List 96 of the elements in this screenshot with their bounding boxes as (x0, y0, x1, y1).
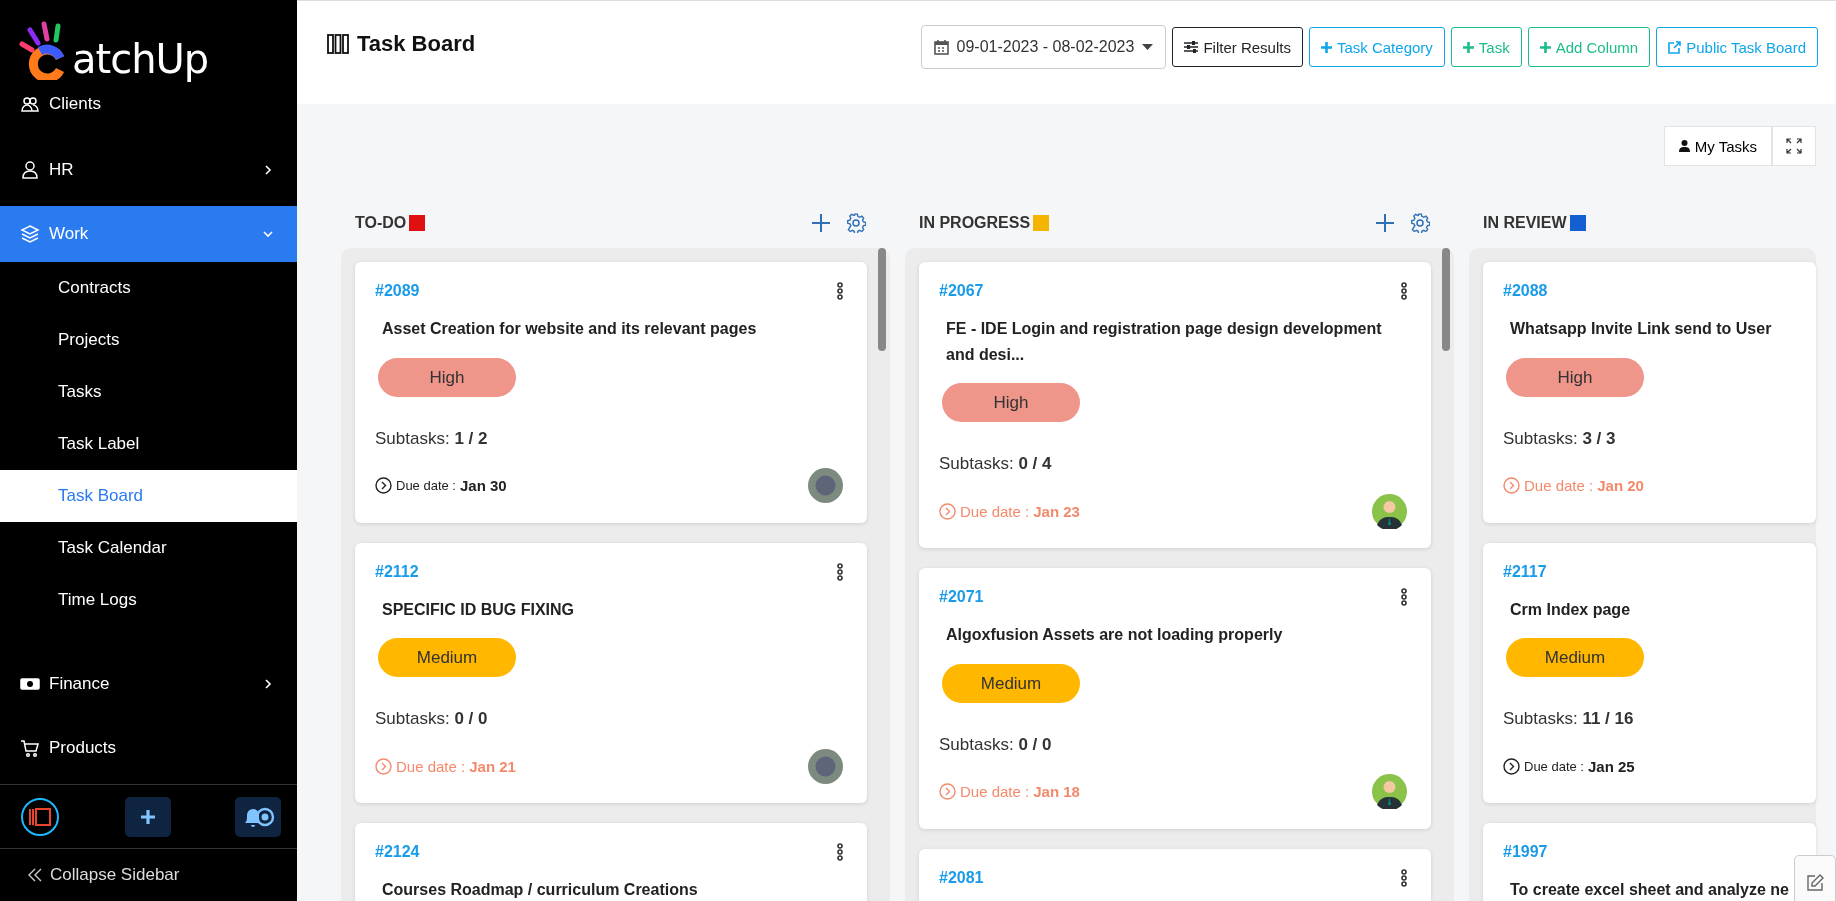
scrollbar-thumb[interactable] (878, 248, 886, 351)
chevron-right-icon (263, 165, 273, 176)
due-date: Due date : Jan 20 (1503, 477, 1644, 495)
task-title: Algoxfusion Assets are not loading properly (946, 625, 1283, 646)
priority-tag: Medium (1506, 638, 1644, 678)
nav-subitem[interactable]: Task Label (0, 418, 297, 471)
caret-down-icon (1142, 44, 1154, 50)
plus-icon (139, 808, 156, 825)
settings-icon[interactable] (1410, 213, 1430, 233)
my-tasks-button[interactable]: My Tasks (1663, 126, 1772, 166)
filter-button[interactable]: Filter Results (1172, 27, 1303, 67)
task-card[interactable]: #2089 Asset Creation for website and its relevant pages High Subtasks: 1 / 2 Due date : Jan 30 (355, 262, 867, 523)
column-title: IN PROGRESS (919, 214, 1031, 232)
due-date: Due date : Jan 21 (375, 757, 516, 775)
fullscreen-button[interactable] (1772, 126, 1816, 166)
chevron-circle-icon (939, 502, 956, 520)
priority-tag: High (378, 357, 516, 397)
column-title: IN REVIEW (1483, 214, 1567, 232)
nav-item[interactable]: Finance (0, 656, 297, 713)
task-title: Crm Index page (1510, 599, 1631, 620)
add-card-icon[interactable] (1375, 213, 1395, 233)
more-options-icon[interactable] (837, 562, 843, 581)
task-title: Courses Roadmap / curriculum Creations (382, 880, 698, 901)
page-title: Task Board (357, 31, 476, 57)
more-options-icon[interactable] (1401, 282, 1407, 300)
calendar-icon (933, 39, 949, 55)
nav-subitem[interactable]: Task Board (0, 470, 297, 523)
priority-tag: High (942, 383, 1080, 423)
double-chevron-left-icon (28, 868, 42, 883)
more-options-icon[interactable] (837, 282, 843, 300)
chevron-circle-icon (1503, 757, 1520, 775)
subtask-count: Subtasks: 11 / 16 (1503, 709, 1635, 730)
task-card[interactable]: #2117 Crm Index page Medium Subtasks: 11 / 16 Due date : Jan 25 (1483, 542, 1816, 804)
layers-icon (20, 224, 40, 245)
due-date: Due date : Jan 25 (1503, 757, 1635, 775)
chevron-down-icon (263, 229, 273, 240)
scrollbar-thumb[interactable] (1442, 248, 1450, 351)
task-title: FE - IDE Login and registration page design development and desi... (946, 319, 1383, 365)
chevron-right-icon (263, 679, 273, 690)
chevron-circle-icon (939, 783, 956, 801)
priority-tag: Medium (378, 638, 516, 678)
more-options-icon[interactable] (837, 843, 843, 862)
subtask-count: Subtasks: 0 / 0 (375, 709, 489, 730)
logo-text: atchUp (72, 36, 209, 83)
subtask-count: Subtasks: 1 / 2 (375, 428, 489, 449)
expand-icon (1786, 138, 1802, 154)
due-date: Due date : Jan 18 (939, 783, 1080, 801)
users-icon (20, 94, 40, 115)
user-icon (20, 160, 40, 181)
task-card[interactable]: #2071 Algoxfusion Assets are not loading properly Medium Subtasks: 0 / 0 Due date : Jan 18 (919, 568, 1431, 829)
more-options-icon[interactable] (1401, 868, 1407, 887)
nav-item[interactable]: Products (0, 720, 297, 777)
settings-icon[interactable] (846, 213, 866, 233)
plus-icon (1539, 41, 1551, 53)
nav-subitem[interactable]: Projects (0, 314, 297, 367)
task-title: SPECIFIC ID BUG FIXING (382, 599, 574, 620)
nav-item[interactable]: HR (0, 142, 297, 199)
task-title: To create excel sheet and analyze ne (1510, 880, 1789, 901)
columns-icon (327, 34, 349, 54)
subtask-count: Subtasks: 3 / 3 (1503, 428, 1617, 449)
more-options-icon[interactable] (1401, 588, 1407, 607)
due-date: Due date : Jan 30 (375, 477, 507, 495)
cart-icon (20, 738, 40, 759)
chevron-circle-icon (375, 477, 392, 495)
task-card[interactable]: #2088 Whatsapp Invite Link send to User High Subtasks: 3 / 3 Due date : Jan 20 (1483, 262, 1816, 523)
nav-subitem[interactable]: Task Calendar (0, 522, 297, 575)
nav-subitem[interactable]: Time Logs (0, 574, 297, 627)
chevron-circle-icon (375, 757, 392, 775)
edit-icon (1806, 874, 1824, 892)
sliders-icon (1184, 41, 1199, 53)
task-card[interactable]: #2067 FE - IDE Login and registration page design development and desi... High Subtasks: 0 / 4 Due date : Jan 23 (919, 262, 1431, 549)
chevron-circle-icon (1503, 477, 1520, 495)
nav-subitem[interactable]: Contracts (0, 262, 297, 315)
subtask-count: Subtasks: 0 / 4 (939, 454, 1053, 475)
notifications-button[interactable] (235, 796, 281, 837)
plus-icon (1462, 41, 1474, 53)
add-button[interactable] (124, 796, 171, 837)
task-card[interactable]: #2112 SPECIFIC ID BUG FIXING Medium Subtasks: 0 / 0 Due date : Jan 21 (355, 542, 867, 804)
priority-tag: Medium (942, 663, 1080, 703)
edit-button[interactable] (1794, 855, 1836, 901)
collapse-sidebar-link[interactable]: Collapse Sidebar (0, 849, 297, 901)
add-card-icon[interactable] (811, 213, 831, 233)
nav-item[interactable]: Work (0, 206, 297, 263)
date-range-field[interactable]: 09-01-2023 - 08-02-2023 (920, 25, 1167, 69)
task-card[interactable]: #2124 Courses Roadmap / curriculum Creations (355, 823, 867, 901)
task-title: Asset Creation for website and its relevant pages (382, 319, 757, 339)
subtask-count: Subtasks: 0 / 0 (939, 734, 1053, 755)
external-link-icon (1668, 40, 1682, 54)
column-title: TO-DO (355, 214, 407, 232)
task-title: Whatsapp Invite Link send to User (1510, 319, 1772, 339)
due-date: Due date : Jan 23 (939, 502, 1080, 520)
nav-subitem[interactable]: Tasks (0, 366, 297, 419)
priority-tag: High (1506, 357, 1644, 397)
plus-icon (1320, 41, 1332, 53)
task-card[interactable]: #1997 To create excel sheet and analyze ne (1483, 823, 1816, 901)
user-icon (1678, 140, 1690, 152)
